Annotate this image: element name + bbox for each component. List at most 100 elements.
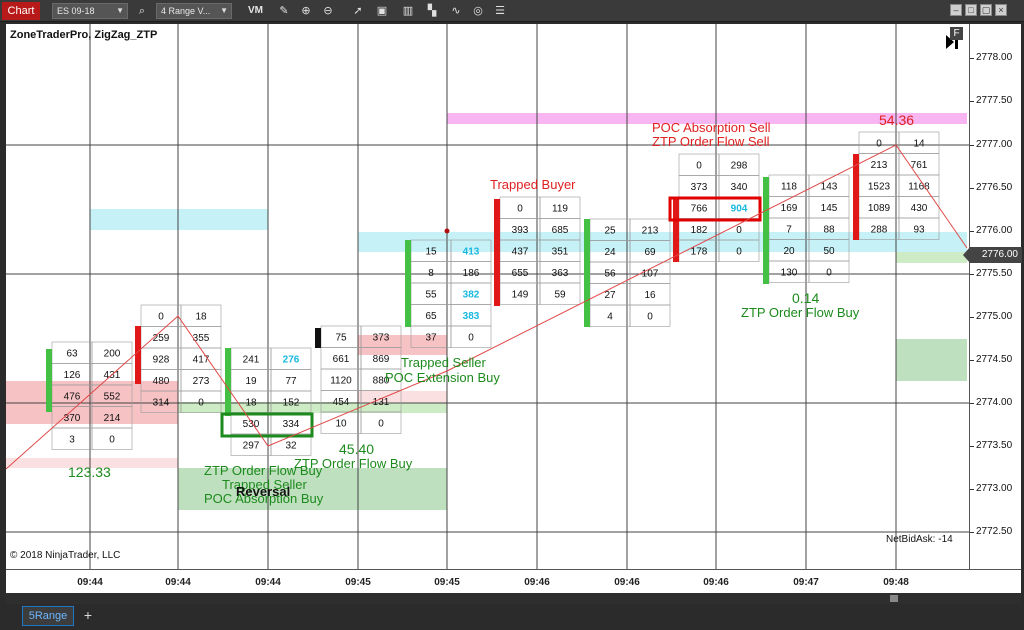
- annotation-trapped-seller-2: Trapped Seller: [401, 355, 486, 370]
- footprint-value: 904: [731, 203, 748, 214]
- vm-button[interactable]: VM: [248, 3, 263, 19]
- price-tick-label: 2774.50: [976, 354, 1013, 365]
- footprint-value: 1089: [868, 203, 891, 214]
- footprint-value: 213: [871, 160, 888, 171]
- indicators-icon[interactable]: ∿: [448, 3, 464, 19]
- footprint-value: 15: [425, 246, 437, 257]
- footprint-value: 351: [552, 246, 569, 257]
- search-icon[interactable]: ⌕: [134, 3, 150, 19]
- footprint-value: 761: [911, 160, 928, 171]
- footprint-value: 0: [696, 160, 702, 171]
- chart-plot-area[interactable]: 63 200 126 431 476 552 370 214 3 0 0 18 259 355 928 417…: [5, 24, 969, 569]
- annotation-poc-absorption-buy: POC Absorption Buy: [204, 491, 324, 506]
- add-tab-button[interactable]: +: [80, 606, 96, 626]
- footprint-value: 355: [193, 333, 210, 344]
- properties-icon[interactable]: ☰: [492, 3, 508, 19]
- interval-selector[interactable]: 4 Range V... ▼: [156, 3, 232, 19]
- footprint-value: 370: [64, 413, 81, 424]
- price-axis[interactable]: 2778.00 2777.50 2777.00 2776.50 2776.00 2775.…: [963, 24, 1022, 569]
- footprint-value: 298: [731, 160, 748, 171]
- footprint-value: 393: [512, 225, 529, 236]
- annotation-0-14: 0.14: [792, 290, 820, 306]
- footprint-value: 182: [691, 225, 708, 236]
- candle-body: [494, 199, 500, 306]
- close-button[interactable]: ×: [995, 4, 1007, 16]
- candle-body: [763, 177, 769, 284]
- footprint-value: 454: [333, 397, 350, 408]
- chart-toolbar: Chart ES 09-18 ▼ ⌕ 4 Range V... ▼ VM ✎ ⊕…: [0, 0, 1024, 22]
- footprint-value: 273: [193, 376, 210, 387]
- footprint-value: 383: [463, 311, 480, 322]
- footprint-value: 655: [512, 268, 529, 279]
- footprint-value: 169: [781, 203, 798, 214]
- zoom-out-icon[interactable]: ⊖: [320, 3, 336, 19]
- chevron-down-icon: ▼: [220, 6, 228, 15]
- time-tick-label: 09:44: [77, 577, 103, 588]
- scrollbar-thumb[interactable]: [890, 595, 898, 602]
- zone-cyan-left: [90, 209, 268, 230]
- footprint-value: 928: [153, 354, 170, 365]
- refresh-icon[interactable]: ◎: [470, 3, 486, 19]
- footprint-value: 56: [604, 268, 616, 279]
- footprint-value: 130: [781, 267, 798, 278]
- f-badge[interactable]: F: [950, 27, 963, 40]
- footprint-value: 661: [333, 354, 350, 365]
- footprint-value: 480: [153, 376, 170, 387]
- grid-lines: [6, 24, 969, 569]
- footprint-value: 0: [876, 138, 882, 149]
- pencil-icon[interactable]: ✎: [276, 3, 292, 19]
- annotation-ztp-flow-buy-2: ZTP Order Flow Buy: [294, 456, 413, 471]
- price-tick-label: 2776.50: [976, 182, 1013, 193]
- footprint-value: 93: [913, 224, 925, 235]
- chart-tab[interactable]: Chart: [2, 2, 40, 20]
- time-tick-label: 09:46: [614, 577, 640, 588]
- data-box-icon[interactable]: ▣: [374, 3, 390, 19]
- footprint-value: 476: [64, 391, 81, 402]
- time-axis[interactable]: 09:44 09:44 09:44 09:45 09:45 09:46 09:46 09:46…: [6, 569, 1021, 593]
- footprint-value: 259: [153, 333, 170, 344]
- price-tick-label: 2775.50: [976, 268, 1013, 279]
- footprint-value: 18: [245, 397, 257, 408]
- footprint-value: 24: [604, 247, 616, 258]
- footprint-value: 1523: [868, 181, 891, 192]
- footprint-value: 430: [911, 203, 928, 214]
- footprint-value: 437: [512, 246, 529, 257]
- footprint-value: 0: [109, 434, 115, 445]
- chart-canvas: 63 200126 431476 552370 2143 00 18259 355928 417…: [5, 24, 969, 569]
- candle-body: [853, 154, 859, 240]
- price-tick-label: 2773.00: [976, 483, 1013, 494]
- tab-5range[interactable]: 5Range: [22, 606, 74, 626]
- footprint-value: 200: [104, 348, 121, 359]
- footprint-value: 88: [823, 224, 835, 235]
- restore-button[interactable]: □: [965, 4, 977, 16]
- footprint-value: 69: [644, 247, 656, 258]
- footprint-value: 145: [821, 203, 838, 214]
- footprint-value: 1120: [330, 375, 352, 386]
- footprint-value: 119: [552, 203, 568, 214]
- price-tick-label: 2778.00: [976, 52, 1013, 63]
- horizontal-scrollbar[interactable]: [6, 593, 1021, 604]
- zoom-in-icon[interactable]: ⊕: [298, 3, 314, 19]
- maximize-button[interactable]: ▢: [980, 4, 992, 16]
- pointer-icon[interactable]: ➚: [350, 3, 366, 19]
- price-tick-mark: [970, 188, 974, 189]
- current-price-marker: 2776.00: [963, 247, 1022, 263]
- footprint-value: 65: [425, 311, 437, 322]
- footprint-value: 382: [463, 289, 480, 300]
- footprint-value: 0: [468, 332, 474, 343]
- footprint-value: 152: [283, 397, 300, 408]
- time-tick-label: 09:46: [524, 577, 550, 588]
- bar-chart-icon[interactable]: ▥: [400, 3, 416, 19]
- footprint-value: 143: [821, 181, 838, 192]
- price-tick-mark: [970, 58, 974, 59]
- footprint-value: 334: [283, 419, 300, 430]
- strategies-icon[interactable]: ▚: [424, 3, 440, 19]
- instrument-selector[interactable]: ES 09-18 ▼: [52, 3, 128, 19]
- indicator-label: ZoneTraderPro, ZigZag_ZTP: [10, 29, 158, 41]
- footprint-value: 869: [373, 354, 390, 365]
- annotation-54-36: 54.36: [879, 112, 915, 128]
- footprint-value: 552: [104, 391, 121, 402]
- minimize-button[interactable]: –: [950, 4, 962, 16]
- chevron-down-icon: ▼: [116, 6, 124, 15]
- footprint-value: 0: [826, 267, 832, 278]
